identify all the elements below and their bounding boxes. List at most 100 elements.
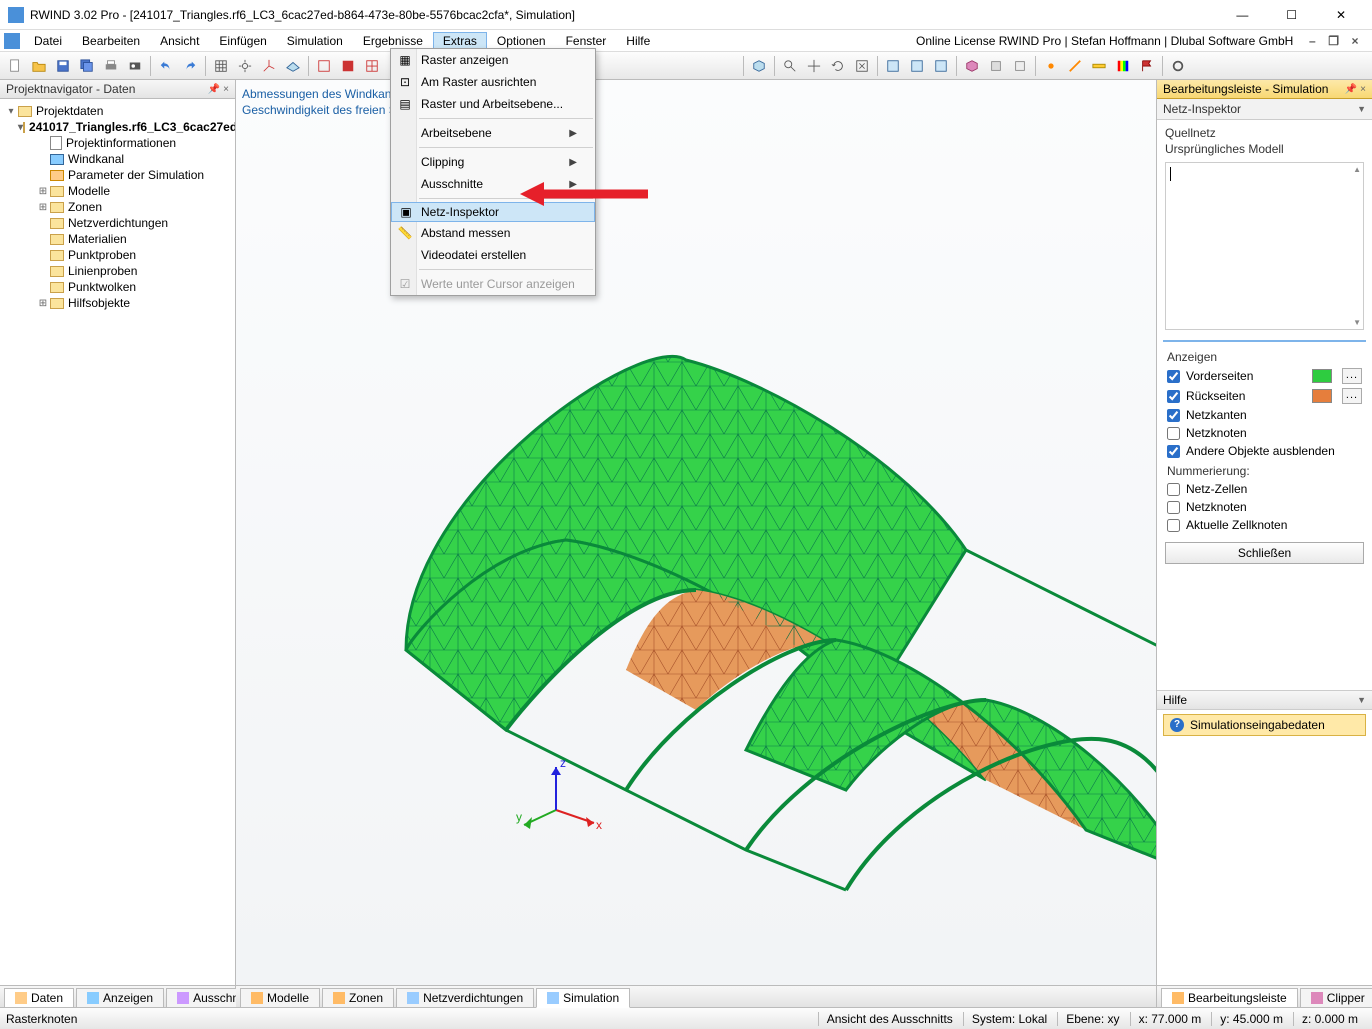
ctab-modelle[interactable]: Modelle <box>240 988 320 1007</box>
dd-raster-arbeitsebene[interactable]: ▤Raster und Arbeitsebene... <box>391 93 595 115</box>
tree-file[interactable]: ▾241017_Triangles.rf6_LC3_6cac27ed <box>2 119 233 135</box>
menu-simulation[interactable]: Simulation <box>277 32 353 50</box>
dd-clipping[interactable]: Clipping▶ <box>391 151 595 173</box>
video-icon[interactable] <box>124 55 146 77</box>
chk-netzknoten2[interactable]: Netzknoten <box>1157 498 1372 516</box>
tree-projektinfo[interactable]: Projektinformationen <box>2 135 233 151</box>
save-icon[interactable] <box>52 55 74 77</box>
viewxz-icon[interactable] <box>906 55 928 77</box>
chk-front-input[interactable] <box>1167 370 1180 383</box>
dd-abstand-messen[interactable]: 📏Abstand messen <box>391 222 595 244</box>
color-pick-back[interactable]: ... <box>1342 388 1362 404</box>
close-button[interactable]: ✕ <box>1318 0 1364 30</box>
chevron-down-icon[interactable]: ▼ <box>1357 104 1366 114</box>
navigator-tree[interactable]: ▾Projektdaten ▾241017_Triangles.rf6_LC3_… <box>0 99 235 985</box>
chk-back-input[interactable] <box>1167 390 1180 403</box>
tree-materialien[interactable]: Materialien <box>2 231 233 247</box>
tree-linienproben[interactable]: Linienproben <box>2 263 233 279</box>
help-chevron-icon[interactable]: ▼ <box>1357 695 1366 705</box>
right-subheader[interactable]: Netz-Inspektor ▼ <box>1157 99 1372 120</box>
snap-icon[interactable] <box>234 55 256 77</box>
log-textarea[interactable]: ▲ ▼ <box>1165 162 1364 330</box>
open-icon[interactable] <box>28 55 50 77</box>
tree-netzverdichtungen[interactable]: Netzverdichtungen <box>2 215 233 231</box>
close-button-panel[interactable]: Schließen <box>1165 542 1364 564</box>
chk-hide-input[interactable] <box>1167 445 1180 458</box>
tree-root[interactable]: ▾Projektdaten <box>2 103 233 119</box>
tree-punktwolken[interactable]: Punktwolken <box>2 279 233 295</box>
colormap-icon[interactable] <box>1112 55 1134 77</box>
settings-icon[interactable] <box>1167 55 1189 77</box>
dd-arbeitsebene[interactable]: Arbeitsebene▶ <box>391 122 595 144</box>
chk-zellknoten[interactable]: Aktuelle Zellknoten <box>1157 516 1372 534</box>
menu-bearbeiten[interactable]: Bearbeiten <box>72 32 150 50</box>
section2-icon[interactable] <box>1009 55 1031 77</box>
rtab-clipper[interactable]: Clipper <box>1300 988 1372 1007</box>
redo-icon[interactable] <box>179 55 201 77</box>
chk-nodes-input[interactable] <box>1167 427 1180 440</box>
menu-ansicht[interactable]: Ansicht <box>150 32 209 50</box>
mdi-close-button[interactable]: × <box>1348 34 1362 48</box>
undo-icon[interactable] <box>155 55 177 77</box>
chk-rueckseiten[interactable]: Rückseiten ... <box>1157 386 1372 406</box>
zone-red-icon[interactable] <box>313 55 335 77</box>
grid-icon[interactable] <box>210 55 232 77</box>
chk-edges-input[interactable] <box>1167 409 1180 422</box>
tree-windkanal[interactable]: Windkanal <box>2 151 233 167</box>
menu-extras[interactable]: Extras <box>433 32 487 50</box>
chk-netzknoten[interactable]: Netzknoten <box>1157 424 1372 442</box>
chk-vorderseiten[interactable]: Vorderseiten ... <box>1157 366 1372 386</box>
mdi-minimize-button[interactable]: – <box>1305 34 1319 48</box>
tree-zonen[interactable]: ⊞Zonen <box>2 199 233 215</box>
ctab-netzverdichtungen[interactable]: Netzverdichtungen <box>396 988 534 1007</box>
chk-cellnodes-input[interactable] <box>1167 519 1180 532</box>
help-item[interactable]: ? Simulationseingabedaten <box>1163 714 1366 736</box>
ctab-zonen[interactable]: Zonen <box>322 988 394 1007</box>
chk-netz-zellen[interactable]: Netz-Zellen <box>1157 480 1372 498</box>
scroll-up-icon[interactable]: ▲ <box>1353 165 1361 174</box>
color-pick-front[interactable]: ... <box>1342 368 1362 384</box>
zoom-icon[interactable] <box>779 55 801 77</box>
tree-punktproben[interactable]: Punktproben <box>2 247 233 263</box>
clip-icon[interactable] <box>961 55 983 77</box>
mdi-restore-button[interactable]: ❐ <box>1327 34 1341 48</box>
dd-videodatei[interactable]: Videodatei erstellen <box>391 244 595 266</box>
3d-viewport[interactable]: Abmessungen des Windkanals: Geschwindigk… <box>236 80 1156 985</box>
pan-icon[interactable] <box>803 55 825 77</box>
rtab-bearbeitungsleiste[interactable]: Bearbeitungsleiste <box>1161 988 1298 1007</box>
flag-icon[interactable] <box>1136 55 1158 77</box>
pin-icon[interactable]: 📌 × <box>208 84 229 95</box>
view3d-icon[interactable] <box>748 55 770 77</box>
menu-einfuegen[interactable]: Einfügen <box>209 32 276 50</box>
ctab-simulation[interactable]: Simulation <box>536 988 630 1008</box>
rotate-icon[interactable] <box>827 55 849 77</box>
maximize-button[interactable]: ☐ <box>1269 0 1315 30</box>
new-icon[interactable] <box>4 55 26 77</box>
menu-fenster[interactable]: Fenster <box>556 32 617 50</box>
tree-hilfsobjekte[interactable]: ⊞Hilfsobjekte <box>2 295 233 311</box>
measure-icon[interactable] <box>1088 55 1110 77</box>
chk-nnodes-input[interactable] <box>1167 501 1180 514</box>
chk-hide-others[interactable]: Andere Objekte ausblenden <box>1157 442 1372 460</box>
print-icon[interactable] <box>100 55 122 77</box>
lineprobe-icon[interactable] <box>1064 55 1086 77</box>
axes-icon[interactable] <box>258 55 280 77</box>
plane-icon[interactable] <box>282 55 304 77</box>
menu-optionen[interactable]: Optionen <box>487 32 556 50</box>
scroll-down-icon[interactable]: ▼ <box>1353 318 1361 327</box>
tree-modelle[interactable]: ⊞Modelle <box>2 183 233 199</box>
menu-hilfe[interactable]: Hilfe <box>616 32 660 50</box>
viewxy-icon[interactable] <box>882 55 904 77</box>
dd-raster-anzeigen[interactable]: ▦Raster anzeigen <box>391 49 595 71</box>
menu-datei[interactable]: Datei <box>24 32 72 50</box>
saveall-icon[interactable] <box>76 55 98 77</box>
minimize-button[interactable]: — <box>1219 0 1265 30</box>
dd-am-raster-ausrichten[interactable]: ⊡Am Raster ausrichten <box>391 71 595 93</box>
zone-fill-icon[interactable] <box>337 55 359 77</box>
chk-netzkanten[interactable]: Netzkanten <box>1157 406 1372 424</box>
probe-icon[interactable] <box>1040 55 1062 77</box>
right-pin-icon[interactable]: 📌 × <box>1345 84 1366 95</box>
refine-icon[interactable] <box>361 55 383 77</box>
nav-tab-daten[interactable]: Daten <box>4 988 74 1007</box>
fit-icon[interactable] <box>851 55 873 77</box>
